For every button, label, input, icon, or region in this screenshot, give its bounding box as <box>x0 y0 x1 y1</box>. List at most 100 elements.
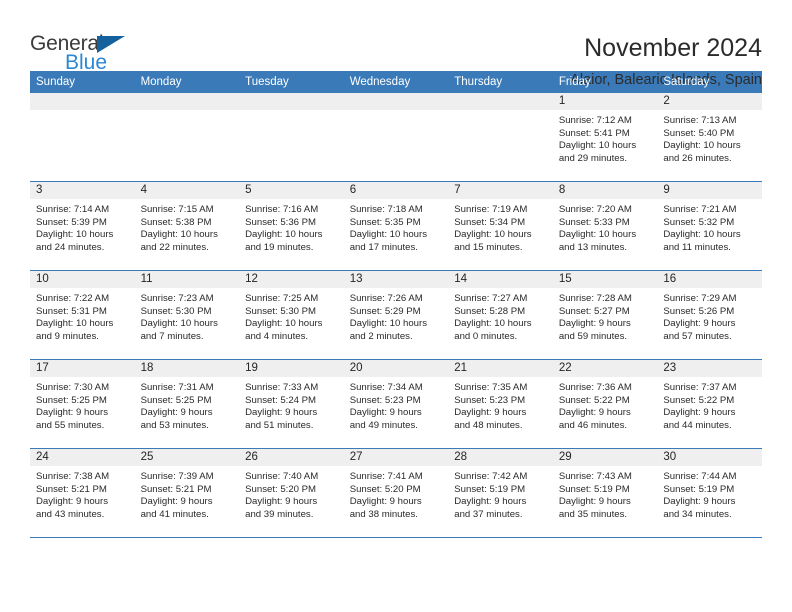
calendar-day-cell[interactable]: 14 Sunrise: 7:27 AM Sunset: 5:28 PM Dayligh… <box>448 270 553 360</box>
sunset-time: Sunset: 5:25 PM <box>140 394 212 406</box>
day-details: Sunrise: 7:14 AM Sunset: 5:39 PM Daylight:… <box>30 199 135 254</box>
calendar-week-row: 1 Sunrise: 7:12 AM Sunset: 5:41 PM Daylight… <box>30 93 762 182</box>
daylight-duration-line1: Daylight: 10 hours <box>140 318 218 330</box>
daylight-duration-line1: Daylight: 10 hours <box>663 140 741 152</box>
calendar-day-cell[interactable]: 2 Sunrise: 7:13 AM Sunset: 5:40 PM Daylight… <box>657 93 762 182</box>
sunset-time: Sunset: 5:19 PM <box>454 483 526 495</box>
daylight-duration-line2: and 55 minutes. <box>36 419 105 431</box>
sunset-time: Sunset: 5:25 PM <box>36 394 107 406</box>
day-number: 10 <box>30 271 135 288</box>
daylight-duration-line2: and 2 minutes. <box>349 330 413 342</box>
day-details: Sunrise: 7:29 AM Sunset: 5:26 PM Daylight:… <box>657 288 762 343</box>
daylight-duration-line1: Daylight: 9 hours <box>558 407 631 419</box>
day-cell-inner: 25 Sunrise: 7:39 AM Sunset: 5:21 PM Dayligh… <box>134 449 240 537</box>
daylight-duration-line1: Daylight: 10 hours <box>558 140 637 152</box>
day-details: Sunrise: 7:19 AM Sunset: 5:34 PM Daylight:… <box>448 199 553 254</box>
day-cell-inner <box>343 93 449 181</box>
logo-text-blue: Blue <box>65 51 108 74</box>
daylight-duration-line1: Daylight: 9 hours <box>140 496 213 508</box>
sunrise-time: Sunrise: 7:21 AM <box>663 204 737 215</box>
daylight-duration-line1: Daylight: 9 hours <box>245 496 318 508</box>
calendar-day-cell[interactable]: 26 Sunrise: 7:40 AM Sunset: 5:20 PM Dayligh… <box>239 448 344 538</box>
day-number <box>343 93 449 110</box>
page-header: General Blue November 2024 Alaior, Balea… <box>30 0 762 88</box>
daylight-duration-line1: Daylight: 9 hours <box>349 496 422 508</box>
sunrise-time: Sunrise: 7:35 AM <box>454 382 528 393</box>
calendar-day-cell[interactable]: 25 Sunrise: 7:39 AM Sunset: 5:21 PM Dayligh… <box>134 448 240 538</box>
sunset-time: Sunset: 5:23 PM <box>454 394 526 406</box>
day-cell-inner: 7 Sunrise: 7:19 AM Sunset: 5:34 PM Daylight… <box>448 182 553 270</box>
sunrise-time: Sunrise: 7:39 AM <box>140 471 214 482</box>
calendar-day-cell[interactable]: 20 Sunrise: 7:34 AM Sunset: 5:23 PM Dayligh… <box>343 359 449 449</box>
daylight-duration-line1: Daylight: 10 hours <box>349 318 428 330</box>
daylight-duration-line1: Daylight: 9 hours <box>558 496 631 508</box>
daylight-duration-line2: and 48 minutes. <box>454 419 523 431</box>
day-number: 24 <box>30 449 135 466</box>
day-cell-inner <box>134 93 240 181</box>
calendar-week-row: 24 Sunrise: 7:38 AM Sunset: 5:21 PM Dayligh… <box>30 448 762 538</box>
calendar-day-cell[interactable]: 5 Sunrise: 7:16 AM Sunset: 5:36 PM Daylight… <box>239 181 344 271</box>
sunrise-time: Sunrise: 7:16 AM <box>245 204 319 215</box>
daylight-duration-line2: and 11 minutes. <box>663 241 731 253</box>
day-cell-inner: 1 Sunrise: 7:12 AM Sunset: 5:41 PM Daylight… <box>552 93 658 181</box>
daylight-duration-line1: Daylight: 10 hours <box>454 229 532 241</box>
calendar-day-cell[interactable]: 21 Sunrise: 7:35 AM Sunset: 5:23 PM Dayligh… <box>448 359 553 449</box>
day-details: Sunrise: 7:12 AM Sunset: 5:41 PM Daylight:… <box>553 110 658 165</box>
day-cell-inner: 9 Sunrise: 7:21 AM Sunset: 5:32 PM Daylight… <box>657 182 762 270</box>
sunset-time: Sunset: 5:30 PM <box>245 305 317 317</box>
calendar-day-cell[interactable]: 9 Sunrise: 7:21 AM Sunset: 5:32 PM Daylight… <box>657 181 762 271</box>
sunset-time: Sunset: 5:34 PM <box>454 216 526 228</box>
sunrise-time: Sunrise: 7:12 AM <box>558 115 632 126</box>
sunset-time: Sunset: 5:30 PM <box>140 305 212 317</box>
day-number: 18 <box>134 360 240 377</box>
calendar-day-cell[interactable]: 17 Sunrise: 7:30 AM Sunset: 5:25 PM Dayligh… <box>30 359 135 449</box>
sunrise-time: Sunrise: 7:15 AM <box>140 204 214 215</box>
calendar-day-cell[interactable]: 1 Sunrise: 7:12 AM Sunset: 5:41 PM Daylight… <box>552 93 658 182</box>
calendar-day-cell[interactable]: 24 Sunrise: 7:38 AM Sunset: 5:21 PM Dayligh… <box>30 448 135 538</box>
calendar-day-cell[interactable]: 10 Sunrise: 7:22 AM Sunset: 5:31 PM Dayligh… <box>30 270 135 360</box>
calendar-day-cell[interactable]: 7 Sunrise: 7:19 AM Sunset: 5:34 PM Daylight… <box>448 181 553 271</box>
calendar-day-cell[interactable]: 13 Sunrise: 7:26 AM Sunset: 5:29 PM Dayligh… <box>343 270 449 360</box>
day-number: 20 <box>343 360 449 377</box>
calendar-day-cell[interactable]: 28 Sunrise: 7:42 AM Sunset: 5:19 PM Dayligh… <box>448 448 553 538</box>
sunset-time: Sunset: 5:39 PM <box>36 216 107 228</box>
calendar-day-cell[interactable]: 22 Sunrise: 7:36 AM Sunset: 5:22 PM Dayligh… <box>552 359 658 449</box>
day-cell-inner: 19 Sunrise: 7:33 AM Sunset: 5:24 PM Dayligh… <box>239 360 344 448</box>
calendar-day-cell[interactable]: 15 Sunrise: 7:28 AM Sunset: 5:27 PM Dayligh… <box>552 270 658 360</box>
calendar-day-cell[interactable]: 8 Sunrise: 7:20 AM Sunset: 5:33 PM Daylight… <box>552 181 658 271</box>
calendar-day-cell[interactable]: 3 Sunrise: 7:14 AM Sunset: 5:39 PM Daylight… <box>30 181 135 271</box>
daylight-duration-line2: and 17 minutes. <box>349 241 418 253</box>
day-number: 8 <box>552 182 658 199</box>
calendar-day-cell[interactable]: 30 Sunrise: 7:44 AM Sunset: 5:19 PM Dayligh… <box>657 448 762 538</box>
daylight-duration-line2: and 59 minutes. <box>558 330 628 342</box>
day-details: Sunrise: 7:33 AM Sunset: 5:24 PM Daylight:… <box>239 377 344 432</box>
calendar-day-cell[interactable]: 11 Sunrise: 7:23 AM Sunset: 5:30 PM Dayligh… <box>134 270 240 360</box>
calendar-day-cell[interactable]: 18 Sunrise: 7:31 AM Sunset: 5:25 PM Dayligh… <box>134 359 240 449</box>
daylight-duration-line1: Daylight: 10 hours <box>36 229 114 241</box>
daylight-duration-line2: and 13 minutes. <box>558 241 628 253</box>
general-blue-logo[interactable]: General Blue <box>30 33 150 83</box>
calendar-day-cell[interactable]: 16 Sunrise: 7:29 AM Sunset: 5:26 PM Dayligh… <box>657 270 762 360</box>
calendar-day-cell[interactable]: 19 Sunrise: 7:33 AM Sunset: 5:24 PM Dayligh… <box>239 359 344 449</box>
day-number: 17 <box>30 360 135 377</box>
calendar-day-cell[interactable]: 6 Sunrise: 7:18 AM Sunset: 5:35 PM Daylight… <box>343 181 449 271</box>
day-cell-inner: 13 Sunrise: 7:26 AM Sunset: 5:29 PM Dayligh… <box>343 271 449 359</box>
day-cell-inner: 23 Sunrise: 7:37 AM Sunset: 5:22 PM Dayligh… <box>657 360 762 448</box>
calendar-day-cell[interactable]: 27 Sunrise: 7:41 AM Sunset: 5:20 PM Dayligh… <box>343 448 449 538</box>
sunset-time: Sunset: 5:33 PM <box>558 216 630 228</box>
daylight-duration-line2: and 35 minutes. <box>558 508 628 520</box>
calendar-day-cell[interactable]: 4 Sunrise: 7:15 AM Sunset: 5:38 PM Daylight… <box>134 181 240 271</box>
day-number: 19 <box>239 360 344 377</box>
day-cell-inner: 5 Sunrise: 7:16 AM Sunset: 5:36 PM Daylight… <box>239 182 344 270</box>
day-details: Sunrise: 7:34 AM Sunset: 5:23 PM Daylight:… <box>344 377 449 432</box>
day-number: 26 <box>239 449 344 466</box>
calendar-day-cell[interactable]: 12 Sunrise: 7:25 AM Sunset: 5:30 PM Dayligh… <box>239 270 344 360</box>
calendar-day-cell[interactable]: 23 Sunrise: 7:37 AM Sunset: 5:22 PM Dayligh… <box>657 359 762 449</box>
day-number: 9 <box>657 182 762 199</box>
weekday-header-tuesday: Tuesday <box>239 71 344 93</box>
day-number <box>448 93 553 110</box>
day-cell-inner: 28 Sunrise: 7:42 AM Sunset: 5:19 PM Dayligh… <box>448 449 553 537</box>
sunset-time: Sunset: 5:31 PM <box>36 305 107 317</box>
calendar-day-cell[interactable]: 29 Sunrise: 7:43 AM Sunset: 5:19 PM Dayligh… <box>552 448 658 538</box>
day-cell-inner: 29 Sunrise: 7:43 AM Sunset: 5:19 PM Dayligh… <box>552 449 658 537</box>
